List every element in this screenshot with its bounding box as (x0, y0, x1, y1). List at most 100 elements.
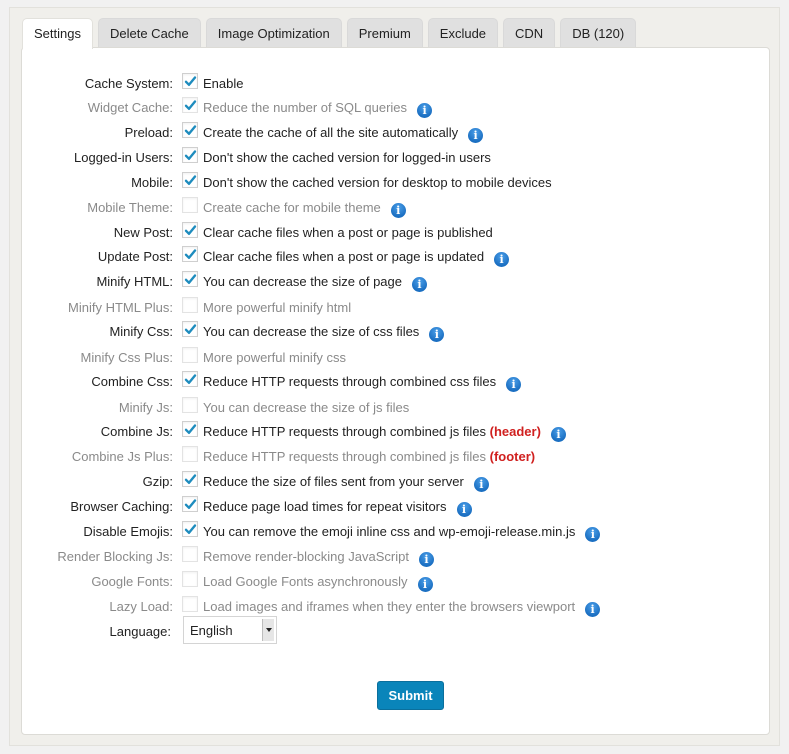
info-icon[interactable]: i (412, 277, 427, 292)
setting-row-preload: Preload: Create the cache of all the site… (22, 121, 771, 145)
cache-system-checkbox[interactable] (182, 73, 198, 89)
mobile-theme-checkbox[interactable] (182, 197, 198, 213)
description-text: Remove render-blocking JavaScript (203, 549, 409, 564)
description-text: Enable (203, 76, 244, 91)
combine-js-checkbox[interactable] (182, 421, 198, 437)
info-icon[interactable]: i (417, 103, 433, 118)
info-icon[interactable]: i (473, 477, 489, 492)
tab-delete-cache[interactable]: Delete Cache (97, 18, 201, 47)
description-text: You can decrease the size of js files (203, 400, 410, 415)
setting-row-gzip: Gzip: Reduce the size of files sent from … (22, 470, 771, 494)
info-icon[interactable]: i (390, 203, 406, 218)
setting-row-logged-in-users: Logged-in Users: Don't show the cached ve… (22, 146, 771, 170)
minify-html-checkbox[interactable] (182, 271, 198, 287)
setting-label: Render Blocking Js: (57, 549, 173, 564)
setting-label: Preload: (124, 125, 173, 140)
description-text: Load images and iframes when they enter … (203, 599, 576, 614)
checkmark-icon (184, 474, 197, 484)
setting-label: Gzip: (142, 474, 173, 489)
setting-description: Reduce page load times for repeat visito… (203, 499, 472, 517)
checkmark-icon (184, 76, 197, 86)
info-icon[interactable]: i (494, 252, 510, 267)
render-blocking-js-checkbox[interactable] (182, 546, 198, 562)
combine-css-checkbox[interactable] (182, 371, 198, 387)
setting-label: Minify Css Plus: (80, 350, 173, 365)
lazy-load-checkbox[interactable] (182, 596, 198, 612)
setting-description: More powerful minify css (203, 350, 346, 365)
setting-row-browser-caching: Browser Caching: Reduce page load times f… (22, 495, 771, 519)
description-text: Create cache for mobile theme (203, 200, 381, 215)
info-icon[interactable]: i (429, 327, 445, 342)
setting-description: Don't show the cached version for deskto… (203, 175, 552, 190)
tab-image-optimization[interactable]: Image Optimization (205, 18, 342, 47)
checkmark-icon (184, 150, 197, 160)
setting-label: Combine Js: (100, 424, 173, 439)
info-icon[interactable]: i (550, 427, 566, 442)
description-text: You can decrease the size of page (203, 274, 402, 289)
info-icon[interactable]: i (585, 602, 601, 617)
gzip-checkbox[interactable] (182, 471, 198, 487)
tab-premium[interactable]: Premium (346, 18, 423, 47)
setting-row-combine-css: Combine Css: Reduce HTTP requests through… (22, 370, 771, 394)
checkmark-icon (184, 499, 197, 509)
google-fonts-checkbox[interactable] (182, 571, 198, 587)
preload-checkbox[interactable] (182, 122, 198, 138)
setting-label: Google Fonts: (91, 574, 173, 589)
language-select[interactable]: English (183, 616, 277, 644)
minify-css-plus-checkbox[interactable] (182, 347, 198, 363)
setting-row-disable-emojis: Disable Emojis: You can remove the emoji … (22, 520, 771, 544)
setting-description: Reduce the size of files sent from your … (203, 474, 489, 492)
tab-db[interactable]: DB (120) (560, 18, 637, 47)
info-icon[interactable]: i (468, 128, 484, 143)
checkmark-icon (184, 274, 197, 284)
update-post-checkbox[interactable] (182, 246, 198, 262)
description-text: Reduce HTTP requests through combined cs… (203, 374, 497, 389)
disable-emojis-checkbox[interactable] (182, 521, 198, 537)
description-text: Don't show the cached version for logged… (203, 150, 491, 165)
tab-settings[interactable]: Settings (22, 18, 93, 49)
browser-caching-checkbox[interactable] (182, 496, 198, 512)
setting-description: Create cache for mobile theme i (203, 200, 406, 218)
combine-js-plus-checkbox[interactable] (182, 446, 198, 462)
setting-row-mobile: Mobile: Don't show the cached version for… (22, 171, 771, 195)
minify-js-checkbox[interactable] (182, 397, 198, 413)
info-icon[interactable]: i (456, 502, 472, 517)
description-text: You can remove the emoji inline css and … (203, 524, 576, 539)
position-tag: (header) (489, 424, 541, 439)
minify-html-plus-checkbox[interactable] (182, 297, 198, 313)
chevron-down-icon[interactable] (262, 619, 274, 641)
info-icon[interactable]: i (506, 377, 522, 392)
setting-label: Combine Js Plus: (71, 449, 173, 464)
setting-label: Minify Js: (118, 400, 173, 415)
checkmark-icon (184, 324, 197, 334)
logged-in-users-checkbox[interactable] (182, 147, 198, 163)
submit-button[interactable]: Submit (377, 681, 444, 710)
checkmark-icon (184, 225, 197, 235)
mobile-checkbox[interactable] (182, 172, 198, 188)
info-icon[interactable]: i (417, 577, 433, 592)
setting-description: Remove render-blocking JavaScript i (203, 549, 434, 567)
setting-description: More powerful minify html (203, 300, 351, 315)
checkmark-icon (184, 249, 197, 259)
setting-row-combine-js-plus: Combine Js Plus: Reduce HTTP requests thr… (22, 445, 771, 469)
setting-description: You can decrease the size of page i (203, 274, 427, 292)
setting-row-google-fonts: Google Fonts: Load Google Fonts asynchron… (22, 570, 771, 594)
checkmark-icon (184, 175, 197, 185)
tab-cdn[interactable]: CDN (503, 18, 556, 47)
minify-css-checkbox[interactable] (182, 321, 198, 337)
setting-row-cache-system: Cache System: Enable (22, 72, 771, 96)
new-post-checkbox[interactable] (182, 222, 198, 238)
checkmark-icon (184, 424, 197, 434)
tab-exclude[interactable]: Exclude (427, 18, 499, 47)
widget-cache-checkbox[interactable] (182, 97, 198, 113)
description-text: Create the cache of all the site automat… (203, 125, 459, 140)
info-icon[interactable]: i (418, 552, 434, 567)
info-icon[interactable]: i (585, 527, 601, 542)
setting-row-render-blocking-js: Render Blocking Js: Remove render-blockin… (22, 545, 771, 569)
setting-description: Clear cache files when a post or page is… (203, 249, 510, 267)
setting-description: Reduce the number of SQL queries i (203, 100, 433, 118)
checkmark-icon (184, 374, 197, 384)
setting-description: Load images and iframes when they enter … (203, 599, 601, 617)
description-text: Clear cache files when a post or page is… (203, 249, 485, 264)
tab-bar: Settings Delete Cache Image Optimization… (22, 18, 641, 49)
